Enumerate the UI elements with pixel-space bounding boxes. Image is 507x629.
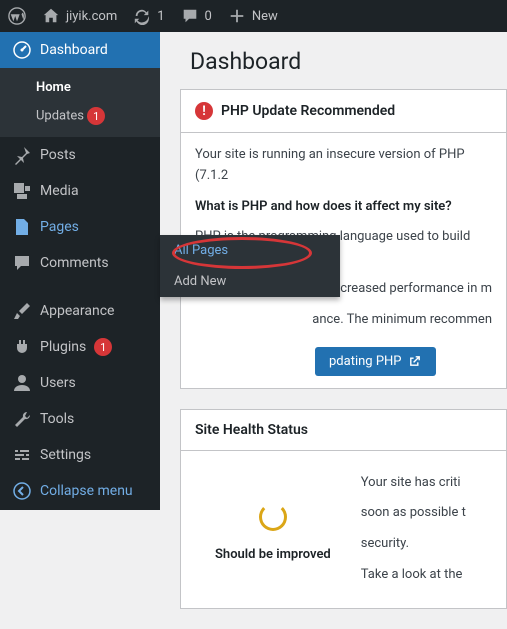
submenu-home[interactable]: Home xyxy=(0,74,160,101)
php-text-1: Your site is running an insecure version… xyxy=(195,145,492,187)
pages-flyout: All Pages Add New xyxy=(160,235,340,297)
plugins-badge: 1 xyxy=(94,338,112,356)
menu-label: Posts xyxy=(40,147,76,163)
site-home[interactable]: jiyik.com xyxy=(34,0,125,32)
updates-toolbar[interactable]: 1 xyxy=(125,0,172,32)
media-icon xyxy=(12,181,32,201)
menu-comments[interactable]: Comments xyxy=(0,245,160,281)
menu-pages[interactable]: Pages xyxy=(0,209,160,245)
menu-label: Media xyxy=(40,183,79,199)
sliders-icon xyxy=(12,445,32,465)
menu-settings[interactable]: Settings xyxy=(0,437,160,473)
dashboard-icon xyxy=(12,40,32,60)
new-content[interactable]: New xyxy=(220,0,286,32)
menu-label: Plugins xyxy=(40,339,86,355)
external-icon xyxy=(408,354,422,368)
wrench-icon xyxy=(12,409,32,429)
menu-label: Dashboard xyxy=(40,42,108,58)
menu-posts[interactable]: Posts xyxy=(0,137,160,173)
refresh-count: 1 xyxy=(157,9,164,24)
menu-label: Tools xyxy=(40,411,74,427)
php-text-3b: th increased performance in m xyxy=(315,281,492,296)
button-label: pdating PHP xyxy=(329,354,402,369)
menu-tools[interactable]: Tools xyxy=(0,401,160,437)
page-title: Dashboard xyxy=(190,48,507,75)
health-status-label: Should be improved xyxy=(215,545,331,566)
menu-label: Comments xyxy=(40,255,109,271)
comments-toolbar[interactable]: 0 xyxy=(173,0,220,32)
menu-media[interactable]: Media xyxy=(0,173,160,209)
menu-appearance[interactable]: Appearance xyxy=(0,293,160,329)
php-text-2: What is PHP and how does it affect my si… xyxy=(195,199,452,214)
php-heading: PHP Update Recommended xyxy=(221,103,395,119)
warning-icon: ! xyxy=(195,102,213,120)
collapse-menu[interactable]: Collapse menu xyxy=(0,473,160,509)
menu-label: Pages xyxy=(40,219,79,235)
menu-label: Users xyxy=(40,375,76,391)
flyout-all-pages[interactable]: All Pages xyxy=(160,235,340,266)
health-heading: Site Health Status xyxy=(195,422,308,438)
menu-users[interactable]: Users xyxy=(0,365,160,401)
pin-icon xyxy=(12,145,32,165)
menu-plugins[interactable]: Plugins 1 xyxy=(0,329,160,365)
flyout-add-new[interactable]: Add New xyxy=(160,266,340,297)
health-spinner-icon xyxy=(259,503,287,531)
collapse-icon xyxy=(12,481,32,501)
submenu-updates[interactable]: Updates 1 xyxy=(0,101,160,131)
wp-logo[interactable] xyxy=(0,0,34,32)
learn-php-button[interactable]: pdating PHP xyxy=(315,347,436,376)
health-text: Your site has criti soon as possible t s… xyxy=(361,473,466,596)
comments-count: 0 xyxy=(205,9,212,24)
new-label: New xyxy=(252,9,278,24)
site-health-panel: Site Health Status Should be improved Yo… xyxy=(180,409,507,609)
brush-icon xyxy=(12,301,32,321)
menu-label: Settings xyxy=(40,447,91,463)
php-text-3c: ance. The minimum recommen xyxy=(312,312,492,327)
plug-icon xyxy=(12,337,32,357)
site-name-label: jiyik.com xyxy=(66,9,117,24)
updates-badge: 1 xyxy=(87,107,105,125)
menu-dashboard[interactable]: Dashboard xyxy=(0,32,160,68)
comment-icon xyxy=(12,253,32,273)
collapse-label: Collapse menu xyxy=(40,483,133,499)
submenu-label: Updates xyxy=(36,109,84,124)
menu-label: Appearance xyxy=(40,303,114,319)
page-icon xyxy=(12,217,32,237)
user-icon xyxy=(12,373,32,393)
